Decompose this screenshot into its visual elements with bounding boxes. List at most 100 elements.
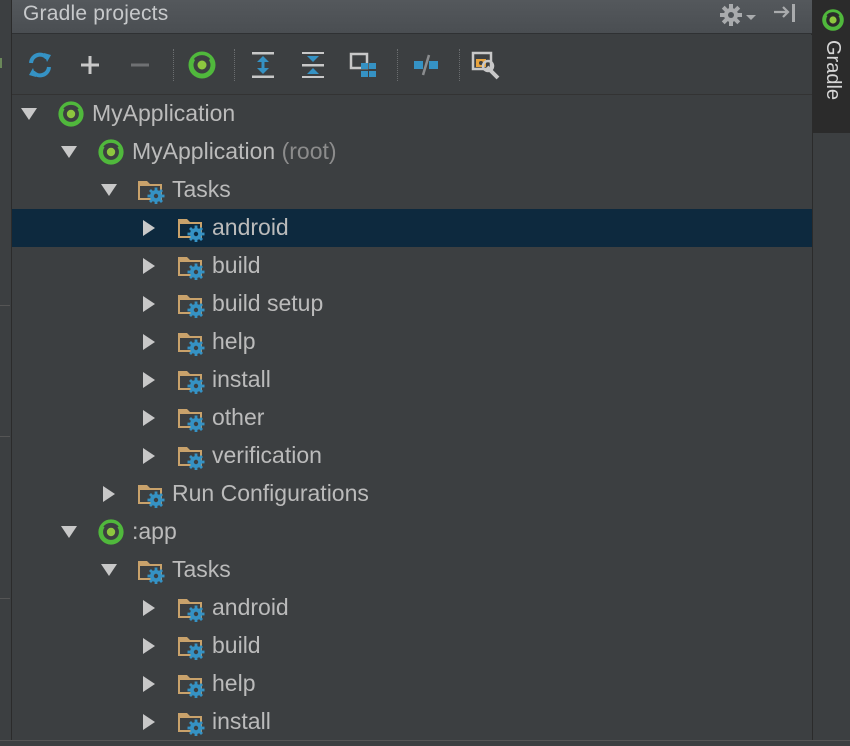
expand-all-button[interactable] (247, 49, 279, 81)
tree-row[interactable]: android (12, 209, 812, 247)
tree-row-label: build setup (212, 290, 324, 316)
tree-row-label: other (212, 404, 265, 430)
tree-row-label: :app (132, 518, 177, 544)
task-folder-icon (176, 214, 206, 243)
tree-row-label: android (212, 214, 289, 240)
collapsed-arrow-icon[interactable] (140, 219, 158, 237)
tree-row[interactable]: help (12, 323, 812, 361)
task-folder-icon (176, 442, 206, 471)
tree-row-label: Run Configurations (172, 480, 369, 506)
task-folder-icon (136, 176, 166, 205)
tree-row-label: install (212, 366, 271, 392)
toggle-offline-button[interactable] (410, 49, 442, 81)
group-tasks-button[interactable] (347, 49, 379, 81)
gear-icon[interactable] (718, 2, 744, 28)
tree-row[interactable]: build (12, 627, 812, 665)
collapsed-arrow-icon[interactable] (140, 675, 158, 693)
task-folder-icon (176, 328, 206, 357)
gradle-icon (822, 9, 844, 31)
task-folder-icon (176, 632, 206, 661)
task-folder-icon (176, 708, 206, 737)
gradle-icon (96, 138, 126, 166)
collapse-all-button[interactable] (297, 49, 329, 81)
hide-panel-icon[interactable] (772, 2, 800, 28)
tree-row-label: MyApplication (root) (132, 138, 337, 165)
tree-row[interactable]: build setup (12, 285, 812, 323)
tree-row[interactable]: MyApplication (root) (12, 133, 812, 171)
tree-row[interactable]: android (12, 589, 812, 627)
tree-row[interactable]: Tasks (12, 551, 812, 589)
minus-icon (131, 63, 149, 67)
expanded-arrow-icon[interactable] (20, 105, 38, 123)
panel-header: Gradle projects (12, 0, 812, 34)
task-folder-icon (176, 594, 206, 623)
collapsed-arrow-icon[interactable] (140, 295, 158, 313)
group-icon (349, 52, 376, 77)
collapsed-arrow-icon[interactable] (140, 257, 158, 275)
collapse-all-icon (302, 52, 324, 78)
plus-icon (81, 56, 99, 74)
tree-row-sublabel: (root) (275, 138, 337, 164)
collapsed-arrow-icon[interactable] (140, 713, 158, 731)
tree-row-label-text: MyApplication (132, 138, 276, 164)
wrench-icon (471, 51, 500, 80)
left-strip-divider (0, 436, 10, 437)
collapsed-arrow-icon[interactable] (140, 333, 158, 351)
left-strip-divider (0, 305, 10, 306)
toolbar-separator (397, 49, 398, 81)
bottom-border (0, 740, 850, 746)
task-folder-icon (176, 404, 206, 433)
tree-row[interactable]: install (12, 703, 812, 741)
tree-row[interactable]: MyApplication (12, 95, 812, 133)
expanded-arrow-icon[interactable] (60, 143, 78, 161)
execute-task-button[interactable] (186, 49, 218, 81)
tree-row[interactable]: verification (12, 437, 812, 475)
gradle-settings-button[interactable] (470, 49, 502, 81)
tree-row[interactable]: Run Configurations (12, 475, 812, 513)
collapsed-arrow-icon[interactable] (100, 485, 118, 503)
offline-icon (414, 54, 438, 76)
expanded-arrow-icon[interactable] (100, 181, 118, 199)
expand-all-icon (252, 52, 274, 78)
tree-row-label: help (212, 670, 256, 696)
task-folder-icon (176, 252, 206, 281)
gradle-icon (188, 51, 216, 79)
expanded-arrow-icon[interactable] (60, 523, 78, 541)
gradle-icon (96, 518, 126, 546)
tree-row-label: build (212, 252, 261, 278)
refresh-all-button[interactable] (24, 49, 56, 81)
task-folder-icon (176, 670, 206, 699)
chevron-down-icon[interactable] (745, 6, 757, 32)
expanded-arrow-icon[interactable] (100, 561, 118, 579)
refresh-icon (29, 52, 51, 78)
tree-row[interactable]: build (12, 247, 812, 285)
task-folder-icon (176, 366, 206, 395)
detach-project-button[interactable] (124, 49, 156, 81)
tree-row[interactable]: help (12, 665, 812, 703)
tree-row-label: android (212, 594, 289, 620)
gradle-project-tree: MyApplication MyApplication (root) Tasks an… (12, 95, 812, 746)
collapsed-arrow-icon[interactable] (140, 637, 158, 655)
tree-row-label: help (212, 328, 256, 354)
tree-row[interactable]: :app (12, 513, 812, 551)
right-tool-strip: Gradle (812, 0, 850, 746)
task-folder-icon (176, 290, 206, 319)
task-folder-icon (136, 480, 166, 509)
gradle-icon (56, 100, 86, 128)
tree-row[interactable]: Tasks (12, 171, 812, 209)
collapsed-arrow-icon[interactable] (140, 599, 158, 617)
gradle-tab-label: Gradle (822, 40, 844, 101)
gradle-projects-panel: Gradle projects MyApplication MyApplicat… (12, 0, 812, 746)
panel-title: Gradle projects (23, 2, 169, 25)
collapsed-arrow-icon[interactable] (140, 447, 158, 465)
toolbar-separator (173, 49, 174, 81)
tree-row-label: install (212, 708, 271, 734)
tree-row[interactable]: other (12, 399, 812, 437)
gradle-tool-window-tab[interactable]: Gradle (813, 0, 850, 133)
collapsed-arrow-icon[interactable] (140, 409, 158, 427)
attach-project-button[interactable] (74, 49, 106, 81)
left-strip-divider (0, 598, 10, 599)
tree-row[interactable]: install (12, 361, 812, 399)
collapsed-arrow-icon[interactable] (140, 371, 158, 389)
tree-row-label: Tasks (172, 176, 231, 202)
